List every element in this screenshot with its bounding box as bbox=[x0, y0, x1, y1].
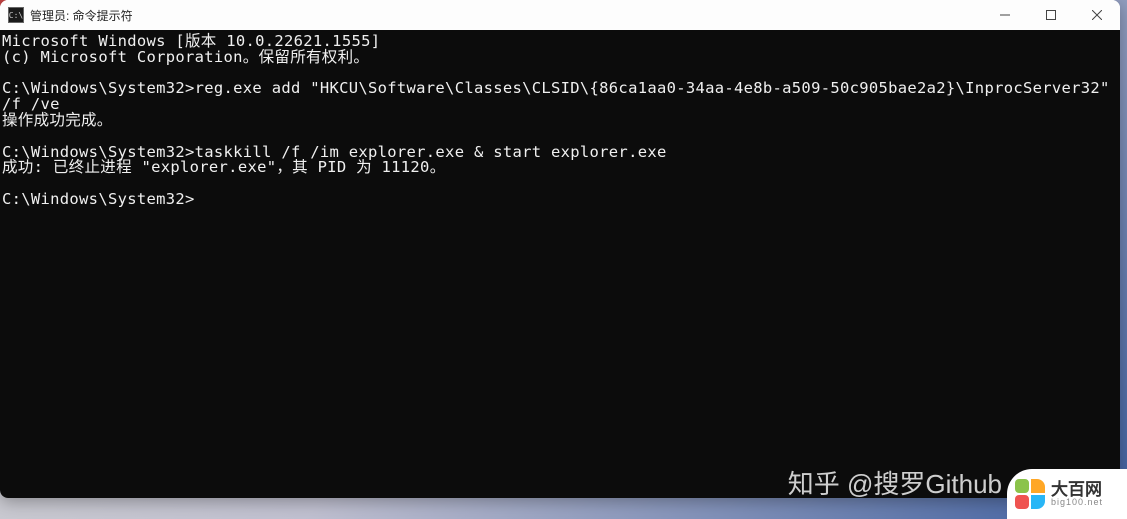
output-line: (c) Microsoft Corporation。保留所有权利。 bbox=[2, 48, 369, 66]
output-line: 操作成功完成。 bbox=[2, 111, 113, 129]
window-controls bbox=[982, 0, 1120, 30]
minimize-button[interactable] bbox=[982, 0, 1028, 30]
cursor bbox=[195, 193, 203, 208]
output-line: 成功: 已终止进程 "explorer.exe"，其 PID 为 11120。 bbox=[2, 158, 446, 176]
site-logo: 大百网 big100.net bbox=[1007, 469, 1127, 519]
logo-icon bbox=[1015, 479, 1045, 509]
window-title: 管理员: 命令提示符 bbox=[30, 7, 133, 24]
prompt-line: C:\Windows\System32> bbox=[2, 190, 195, 208]
close-icon bbox=[1092, 10, 1102, 20]
site-name: 大百网 bbox=[1051, 481, 1103, 498]
command-prompt-window: C:\ 管理员: 命令提示符 Microsoft Windows [版本 10.… bbox=[0, 0, 1120, 498]
close-button[interactable] bbox=[1074, 0, 1120, 30]
window-icon: C:\ bbox=[8, 7, 24, 23]
titlebar[interactable]: C:\ 管理员: 命令提示符 bbox=[0, 0, 1120, 30]
maximize-icon bbox=[1046, 10, 1056, 20]
output-line: C:\Windows\System32>reg.exe add "HKCU\So… bbox=[2, 79, 1119, 113]
minimize-icon bbox=[1000, 10, 1010, 20]
site-domain: big100.net bbox=[1051, 498, 1103, 507]
maximize-button[interactable] bbox=[1028, 0, 1074, 30]
terminal-output[interactable]: Microsoft Windows [版本 10.0.22621.1555] (… bbox=[0, 30, 1120, 498]
